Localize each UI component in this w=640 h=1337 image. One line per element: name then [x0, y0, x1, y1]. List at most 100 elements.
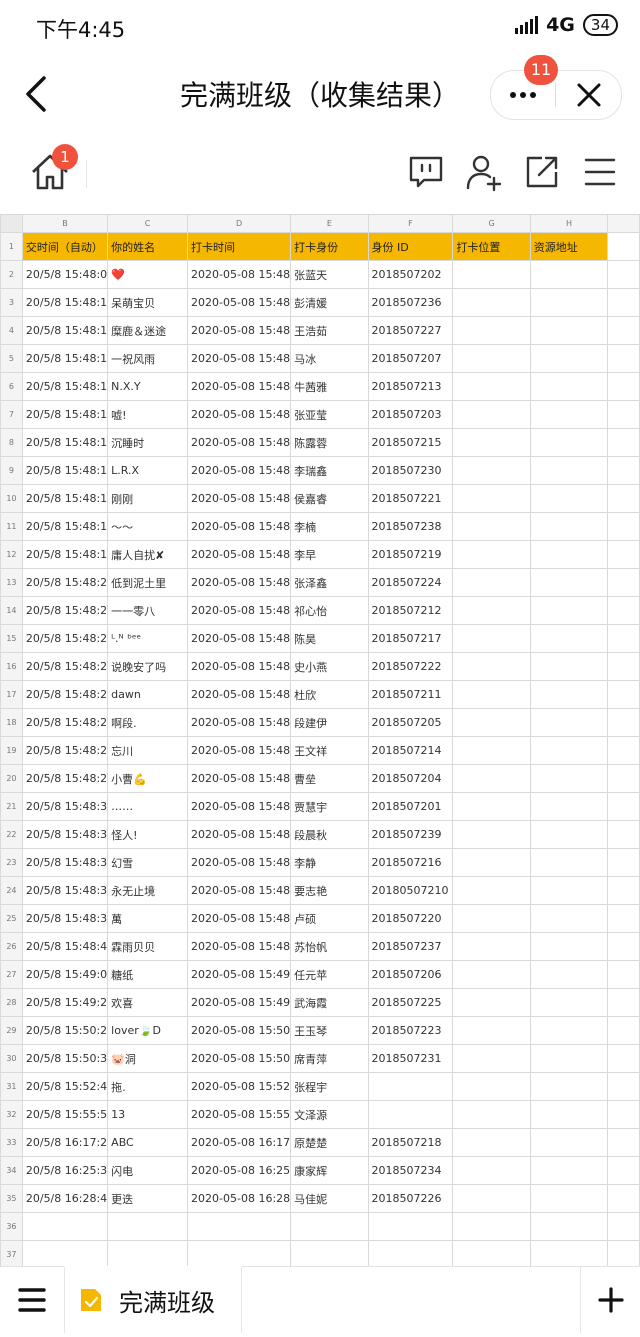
table-cell[interactable] — [529, 1156, 609, 1185]
table-cell[interactable]: 2020-05-08 15:48 — [187, 260, 292, 289]
table-cell[interactable]: N.X.Y — [107, 372, 189, 401]
table-cell[interactable]: 康家辉 — [290, 1156, 369, 1185]
table-cell[interactable] — [607, 960, 640, 989]
table-cell[interactable] — [607, 652, 640, 681]
table-cell[interactable] — [452, 1100, 531, 1129]
table-cell[interactable] — [452, 1156, 531, 1185]
table-cell[interactable]: 呆萌宝贝 — [107, 288, 189, 317]
table-cell[interactable] — [607, 568, 640, 597]
table-cell[interactable] — [529, 736, 609, 765]
table-cell[interactable]: 拖. — [107, 1072, 189, 1101]
table-cell[interactable] — [21, 1212, 109, 1241]
row-number[interactable]: 3 — [0, 288, 23, 317]
table-cell[interactable] — [452, 512, 531, 541]
table-cell[interactable]: ❤️ — [107, 260, 189, 289]
table-cell[interactable]: 2018507204 — [367, 764, 454, 793]
table-cell[interactable]: 2018507238 — [367, 512, 454, 541]
table-cell[interactable] — [529, 400, 609, 429]
table-cell[interactable]: 20/5/8 15:48:2 — [21, 568, 109, 597]
table-cell[interactable]: 20/5/8 15:48:3 — [21, 820, 109, 849]
table-cell[interactable] — [529, 1072, 609, 1101]
table-cell[interactable]: 啊段. — [107, 708, 189, 737]
table-cell[interactable] — [452, 1184, 531, 1213]
header-cell[interactable]: 打卡时间 — [187, 232, 292, 261]
row-number[interactable]: 21 — [0, 792, 23, 821]
table-cell[interactable] — [290, 1212, 369, 1241]
table-cell[interactable]: 2018507225 — [367, 988, 454, 1017]
table-cell[interactable]: 2020-05-08 15:48 — [187, 764, 292, 793]
row-number[interactable]: 34 — [0, 1156, 23, 1185]
table-cell[interactable]: 2018507220 — [367, 904, 454, 933]
header-cell[interactable]: 交时间（自动） — [21, 232, 109, 261]
table-cell[interactable] — [529, 792, 609, 821]
table-cell[interactable]: 张泽鑫 — [290, 568, 369, 597]
table-cell[interactable]: ABC — [107, 1128, 189, 1157]
table-cell[interactable]: 永无止境 — [107, 876, 189, 905]
table-cell[interactable]: 张亚莹 — [290, 400, 369, 429]
table-cell[interactable] — [607, 1016, 640, 1045]
row-number[interactable]: 8 — [0, 428, 23, 457]
table-cell[interactable] — [607, 512, 640, 541]
table-cell[interactable]: 2020-05-08 15:48 — [187, 540, 292, 569]
table-cell[interactable]: 2018507223 — [367, 1016, 454, 1045]
table-cell[interactable] — [452, 876, 531, 905]
table-cell[interactable] — [529, 708, 609, 737]
table-cell[interactable] — [452, 288, 531, 317]
table-cell[interactable]: 陈露蓉 — [290, 428, 369, 457]
table-cell[interactable]: 怪人! — [107, 820, 189, 849]
table-cell[interactable]: 20/5/8 15:48:1 — [21, 288, 109, 317]
table-cell[interactable]: 2018507212 — [367, 596, 454, 625]
table-cell[interactable]: 2020-05-08 15:48 — [187, 680, 292, 709]
table-cell[interactable]: 2020-05-08 15:48 — [187, 904, 292, 933]
table-cell[interactable] — [529, 1240, 609, 1266]
select-all-corner[interactable] — [0, 214, 23, 233]
table-cell[interactable]: 2020-05-08 15:48 — [187, 708, 292, 737]
row-number[interactable]: 14 — [0, 596, 23, 625]
table-cell[interactable] — [607, 372, 640, 401]
table-cell[interactable]: 2020-05-08 15:48 — [187, 400, 292, 429]
table-cell[interactable] — [607, 1212, 640, 1241]
table-cell[interactable] — [452, 708, 531, 737]
table-cell[interactable]: 2020-05-08 15:48 — [187, 316, 292, 345]
table-cell[interactable] — [452, 372, 531, 401]
table-cell[interactable]: ᴸ.ᴺ ᵇᵉᵉ — [107, 624, 189, 653]
table-cell[interactable]: 2020-05-08 15:48 — [187, 820, 292, 849]
table-cell[interactable] — [529, 1212, 609, 1241]
table-cell[interactable]: 文泽源 — [290, 1100, 369, 1129]
table-cell[interactable]: 贾慧宇 — [290, 792, 369, 821]
share-button[interactable] — [522, 152, 562, 192]
table-cell[interactable]: 糖纸 — [107, 960, 189, 989]
table-cell[interactable]: 嘘! — [107, 400, 189, 429]
table-cell[interactable] — [529, 540, 609, 569]
table-cell[interactable]: 2018507222 — [367, 652, 454, 681]
table-cell[interactable] — [452, 736, 531, 765]
row-number[interactable]: 6 — [0, 372, 23, 401]
column-letter[interactable] — [607, 214, 640, 233]
table-cell[interactable]: 2018507201 — [367, 792, 454, 821]
table-cell[interactable] — [607, 624, 640, 653]
row-number[interactable]: 29 — [0, 1016, 23, 1045]
row-number[interactable]: 30 — [0, 1044, 23, 1073]
table-cell[interactable] — [452, 792, 531, 821]
table-cell[interactable]: 2018507202 — [367, 260, 454, 289]
table-cell[interactable]: 20/5/8 15:48:2 — [21, 764, 109, 793]
table-cell[interactable] — [452, 1072, 531, 1101]
column-letter[interactable]: D — [187, 214, 292, 233]
row-number[interactable]: 5 — [0, 344, 23, 373]
row-number[interactable]: 37 — [0, 1240, 23, 1266]
table-cell[interactable] — [529, 372, 609, 401]
table-cell[interactable]: 20/5/8 15:48:2 — [21, 708, 109, 737]
table-cell[interactable] — [607, 1100, 640, 1129]
header-cell[interactable] — [607, 232, 640, 261]
table-cell[interactable]: 20/5/8 16:25:3 — [21, 1156, 109, 1185]
table-cell[interactable]: 要志艳 — [290, 876, 369, 905]
row-number[interactable]: 36 — [0, 1212, 23, 1241]
table-cell[interactable] — [529, 1100, 609, 1129]
table-cell[interactable]: 2018507230 — [367, 456, 454, 485]
table-cell[interactable] — [607, 932, 640, 961]
table-cell[interactable] — [452, 652, 531, 681]
table-cell[interactable]: 2018507231 — [367, 1044, 454, 1073]
table-cell[interactable]: 20/5/8 15:48:1 — [21, 344, 109, 373]
table-cell[interactable]: 欢喜 — [107, 988, 189, 1017]
table-cell[interactable] — [452, 344, 531, 373]
